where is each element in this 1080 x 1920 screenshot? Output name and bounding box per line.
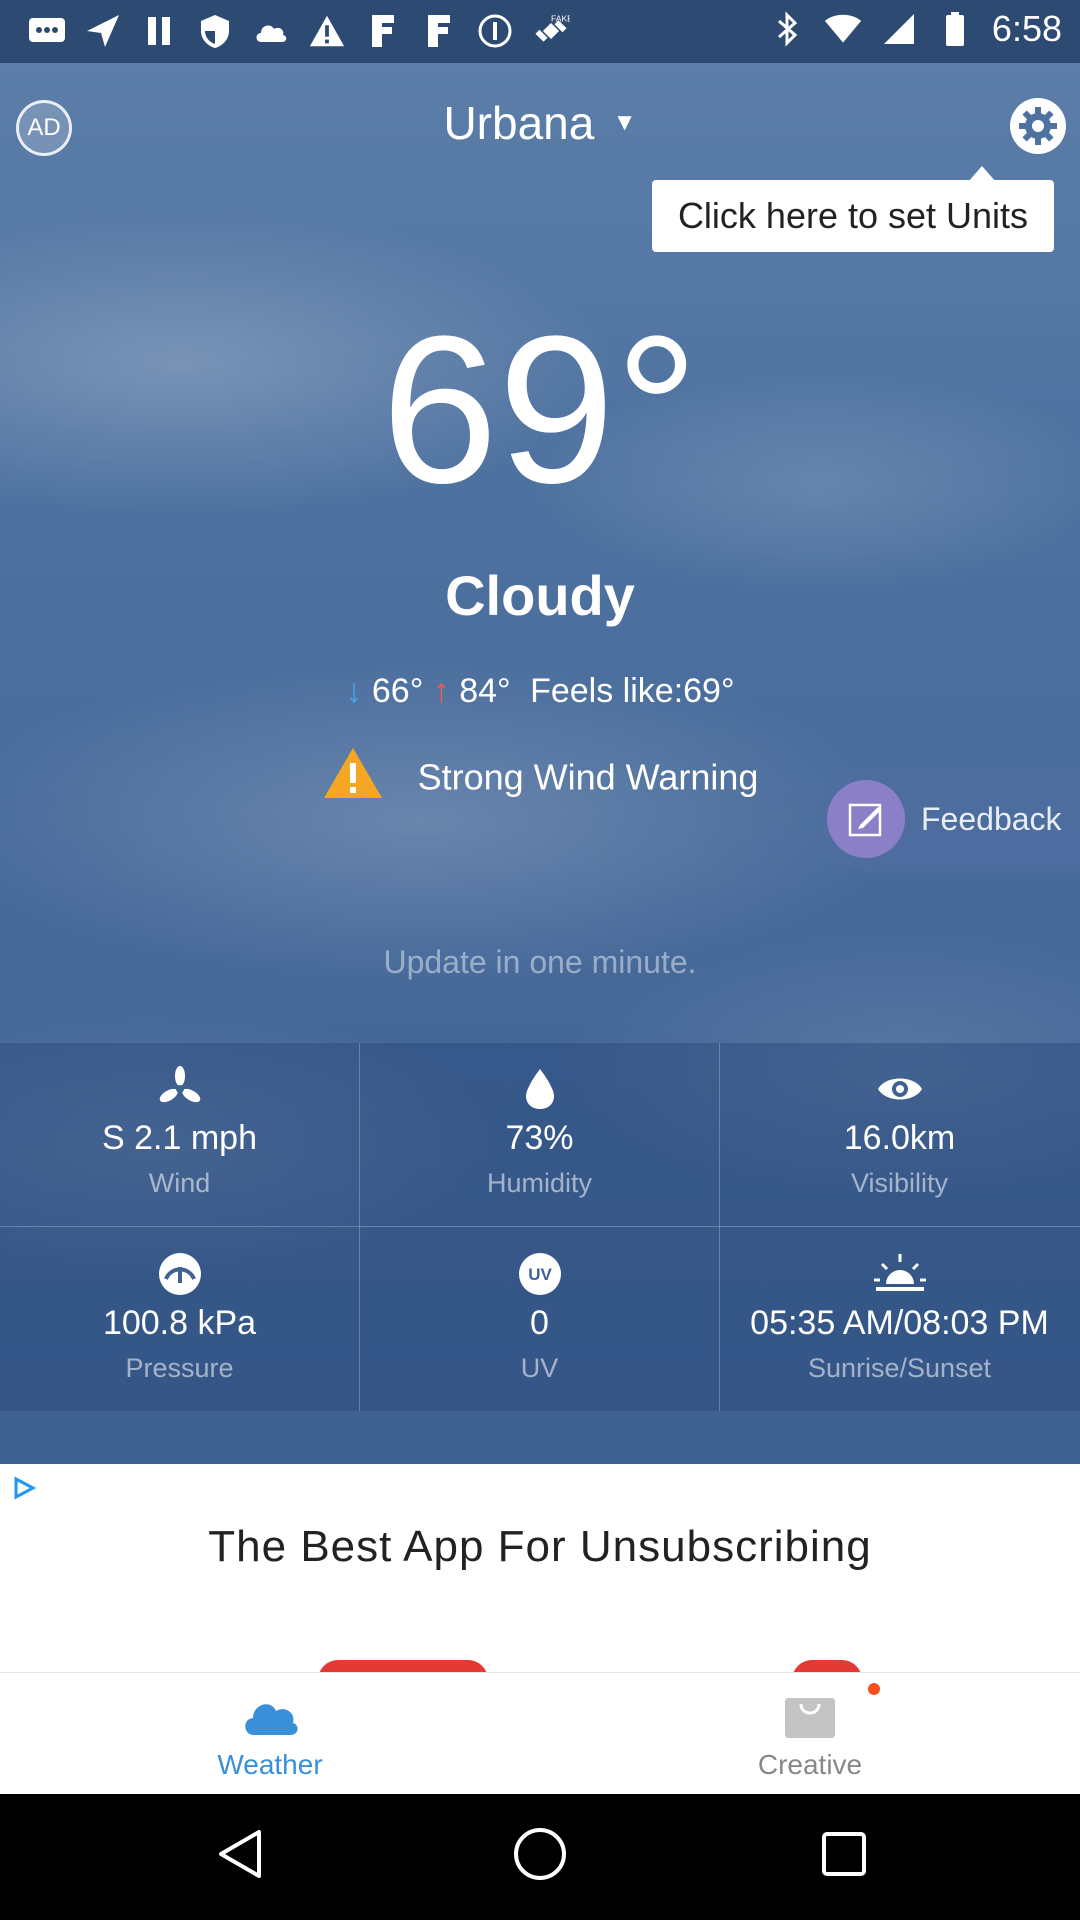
visibility-label: Visibility — [850, 1168, 949, 1198]
gear-icon — [1019, 107, 1057, 145]
wifi-icon — [824, 10, 862, 48]
cloud-icon — [0, 1687, 540, 1743]
detail-humidity: 73% Humidity — [360, 1043, 719, 1226]
ad-graphic — [318, 1660, 488, 1672]
eye-icon — [720, 1065, 1079, 1113]
detail-uv: UV 0 UV — [360, 1228, 719, 1411]
detail-pressure: 100.8 kPa Pressure — [0, 1228, 359, 1411]
weather-details-grid: S 2.1 mph Wind 73% Humidity 16.0km Visib… — [0, 1043, 1080, 1411]
tab-creative[interactable]: Creative — [540, 1673, 1080, 1795]
wind-value: S 2.1 mph — [102, 1119, 257, 1157]
low-temperature: 66° — [371, 672, 424, 710]
warning-icon — [322, 746, 384, 809]
grid-divider — [0, 1226, 1080, 1227]
sunrise-icon — [720, 1250, 1079, 1298]
shield-icon — [196, 12, 234, 50]
send-icon — [84, 12, 122, 50]
alert-icon — [308, 12, 346, 50]
chat-icon — [28, 12, 66, 50]
info-icon — [476, 12, 514, 50]
uv-icon: UV — [360, 1250, 719, 1298]
high-temperature: 84° — [459, 672, 511, 710]
fitbit-icon — [364, 12, 402, 50]
tab-weather-label: Weather — [217, 1749, 323, 1780]
feedback-label: Feedback — [921, 800, 1062, 837]
home-icon[interactable] — [510, 1824, 570, 1884]
sunrise-sunset-value: 05:35 AM/08:03 PM — [750, 1304, 1049, 1342]
fitbit-icon — [420, 12, 458, 50]
fake-gps-icon: FAKE — [532, 12, 570, 50]
cloud-icon — [252, 12, 290, 50]
drop-icon — [360, 1065, 719, 1113]
ad-banner[interactable]: The Best App For Unsubscribing — [0, 1464, 1080, 1672]
bottom-tab-bar: Weather Creative — [0, 1672, 1080, 1795]
edit-icon — [827, 780, 905, 858]
pressure-label: Pressure — [125, 1353, 234, 1383]
current-temperature: 69° — [381, 292, 699, 527]
warning-text: Strong Wind Warning — [417, 756, 759, 798]
feels-like: Feels like:69° — [530, 672, 735, 710]
arrow-up-icon: ↑ — [432, 672, 450, 710]
ad-choices-icon[interactable] — [12, 1476, 37, 1505]
humidity-value: 73% — [505, 1119, 574, 1157]
humidity-label: Humidity — [486, 1168, 593, 1198]
grid-divider — [719, 1043, 720, 1411]
caret-down-icon[interactable]: ▼ — [613, 109, 637, 137]
gauge-icon — [0, 1250, 359, 1298]
update-note: Update in one minute. — [383, 944, 697, 980]
city-name[interactable]: Urbana — [443, 96, 594, 150]
bluetooth-icon — [768, 10, 806, 48]
svg-text:UV: UV — [528, 1265, 552, 1284]
sunrise-sunset-label: Sunrise/Sunset — [807, 1353, 992, 1383]
pressure-value: 100.8 kPa — [102, 1304, 257, 1342]
recents-icon[interactable] — [814, 1824, 874, 1884]
settings-button[interactable] — [1010, 98, 1066, 154]
status-bar: FAKE 6:58 — [0, 0, 1080, 63]
signal-icon — [880, 10, 918, 48]
shopping-bag-icon — [540, 1687, 1080, 1743]
ad-headline[interactable]: The Best App For Unsubscribing — [0, 1522, 1080, 1572]
wind-label: Wind — [148, 1168, 211, 1198]
weather-condition: Cloudy — [445, 564, 635, 627]
units-tooltip[interactable]: Click here to set Units — [652, 180, 1054, 252]
tab-creative-label: Creative — [757, 1749, 863, 1780]
detail-wind: S 2.1 mph Wind — [0, 1043, 359, 1226]
temperature-range: ↓ 66° ↑ 84° Feels like:69° — [0, 672, 1080, 711]
svg-text:FAKE: FAKE — [551, 14, 570, 24]
pause-icon — [140, 12, 178, 50]
feedback-button[interactable]: Feedback — [817, 767, 1080, 871]
fan-icon — [0, 1065, 359, 1113]
detail-sunrise-sunset: 05:35 AM/08:03 PM Sunrise/Sunset — [720, 1228, 1079, 1411]
ad-graphic — [792, 1660, 862, 1672]
tab-weather[interactable]: Weather — [0, 1673, 540, 1795]
navigation-bar — [0, 1794, 1080, 1920]
battery-icon — [936, 10, 974, 48]
detail-visibility: 16.0km Visibility — [720, 1043, 1079, 1226]
arrow-down-icon: ↓ — [345, 672, 363, 710]
uv-label: UV — [520, 1353, 559, 1383]
grid-divider — [359, 1043, 360, 1411]
notification-dot — [868, 1683, 880, 1695]
uv-value: 0 — [530, 1304, 549, 1342]
city-selector[interactable]: Urbana ▼ — [0, 96, 1080, 156]
back-icon[interactable] — [210, 1824, 270, 1884]
clock: 6:58 — [991, 8, 1062, 49]
visibility-value: 16.0km — [843, 1119, 956, 1157]
